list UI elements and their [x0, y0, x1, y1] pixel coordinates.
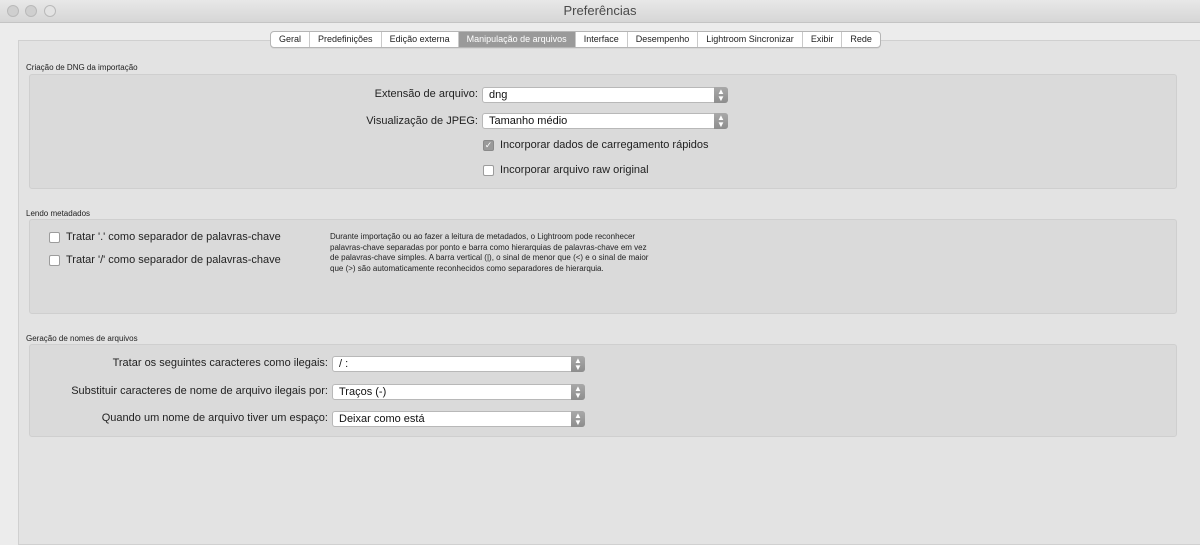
tab-geral[interactable]: Geral [271, 32, 311, 47]
embed-raw-checkbox[interactable] [483, 164, 494, 176]
jpeg-preview-value: Tamanho médio [489, 115, 568, 127]
extension-value: dng [489, 89, 508, 101]
slash-separator-checkbox[interactable] [49, 254, 60, 266]
fast-load-checkbox[interactable]: ✓ [483, 139, 494, 151]
jpeg-preview-label: Visualização de JPEG: [366, 115, 478, 127]
replace-chars-label: Substituir caracteres de nome de arquivo… [71, 385, 328, 397]
chevron-updown-icon: ▲ ▼ [714, 113, 728, 129]
space-handling-select[interactable]: Deixar como está ▲ ▼ [332, 411, 585, 427]
dot-separator-checkbox-row[interactable]: Tratar '.' como separador de palavras-ch… [49, 231, 281, 243]
fast-load-label: Incorporar dados de carregamento rápidos [500, 139, 709, 151]
replace-chars-value: Traços (-) [339, 386, 387, 398]
illegal-chars-select[interactable]: / : ▲ ▼ [332, 356, 585, 372]
extension-select[interactable]: dng ▲ ▼ [482, 87, 728, 103]
fast-load-checkbox-row[interactable]: ✓ Incorporar dados de carregamento rápid… [483, 139, 709, 151]
dot-separator-label: Tratar '.' como separador de palavras-ch… [66, 231, 281, 243]
window-title: Preferências [563, 3, 637, 18]
illegal-chars-label: Tratar os seguintes caracteres como ileg… [112, 357, 328, 369]
space-handling-label: Quando um nome de arquivo tiver um espaç… [101, 412, 328, 424]
title-bar: Preferências [0, 0, 1200, 23]
embed-raw-label: Incorporar arquivo raw original [500, 164, 649, 176]
metadata-section-label: Lendo metadados [26, 209, 91, 218]
tab-predefinicoes[interactable]: Predefinições [310, 32, 382, 47]
metadata-description: Durante importação ou ao fazer a leitura… [330, 232, 649, 273]
chevron-updown-icon: ▲ ▼ [571, 384, 585, 400]
tab-lightroom-sincronizar[interactable]: Lightroom Sincronizar [698, 32, 803, 47]
jpeg-preview-select[interactable]: Tamanho médio ▲ ▼ [482, 113, 728, 129]
filenames-section-label: Geração de nomes de arquivos [26, 334, 138, 343]
tab-rede[interactable]: Rede [842, 32, 880, 47]
tab-manipulacao-de-arquivos[interactable]: Manipulação de arquivos [458, 32, 576, 47]
slash-separator-label: Tratar '/' como separador de palavras-ch… [66, 254, 281, 266]
dot-separator-checkbox[interactable] [49, 231, 60, 243]
chevron-updown-icon: ▲ ▼ [571, 411, 585, 427]
tab-interface[interactable]: Interface [576, 32, 628, 47]
illegal-chars-value: / : [339, 358, 349, 370]
preferences-tab-bar: Geral Predefinições Edição externa Manip… [270, 31, 881, 48]
replace-chars-select[interactable]: Traços (-) ▲ ▼ [332, 384, 585, 400]
embed-raw-checkbox-row[interactable]: Incorporar arquivo raw original [483, 164, 649, 176]
space-handling-value: Deixar como está [339, 413, 425, 425]
tab-edicao-externa[interactable]: Edição externa [382, 32, 459, 47]
chevron-updown-icon: ▲ ▼ [571, 356, 585, 372]
chevron-updown-icon: ▲ ▼ [714, 87, 728, 103]
dng-section-label: Criação de DNG da importação [26, 63, 138, 72]
slash-separator-checkbox-row[interactable]: Tratar '/' como separador de palavras-ch… [49, 254, 281, 266]
tab-desempenho[interactable]: Desempenho [628, 32, 699, 47]
tab-exibir[interactable]: Exibir [803, 32, 843, 47]
extension-label: Extensão de arquivo: [374, 88, 478, 100]
